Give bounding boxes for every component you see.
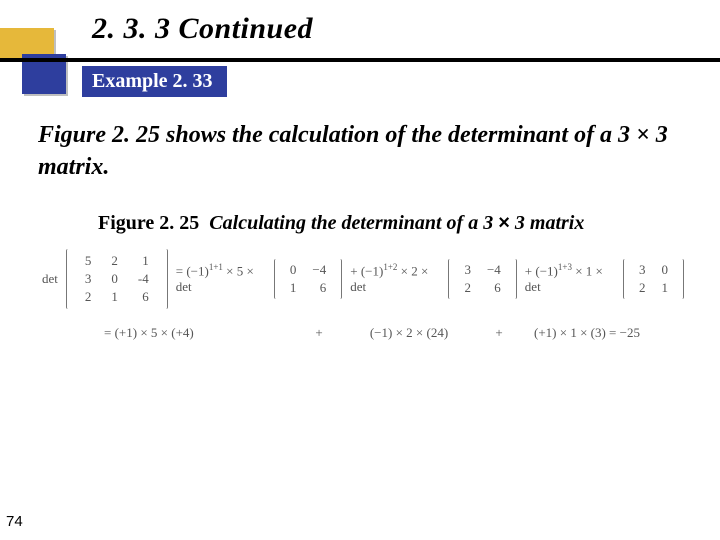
page-number: 74	[6, 513, 23, 530]
term3-prefix: + (−1)1+3 × 1 × det	[525, 262, 615, 295]
figure-caption-part2: 3 matrix	[510, 212, 584, 234]
minor-2: 3−4 26	[448, 259, 516, 299]
minor-1: 0−4 16	[274, 259, 342, 299]
result-term2: (−1) × 2 × (24)	[334, 325, 484, 341]
figure-title: Figure 2. 25 Calculating the determinant…	[98, 212, 720, 235]
body-paragraph: Figure 2. 25 shows the calculation of th…	[38, 119, 682, 184]
result-term3: (+1) × 1 × (3) = −25	[514, 325, 640, 341]
term1-prefix: = (−1)1+1 × 5 × det	[176, 262, 266, 295]
equation-row-expansion: det 521 30-4 216 = (−1)1+1 × 5 × det 0−4…	[42, 249, 684, 309]
figure-caption-part1: Calculating the determinant of a 3	[209, 212, 498, 234]
result-term1: = (+1) × 5 × (+4)	[42, 325, 304, 341]
example-label: Example 2. 33	[82, 66, 227, 97]
equation-row-result: = (+1) × 5 × (+4) + (−1) × 2 × (24) + (+…	[42, 325, 684, 341]
term2-prefix: + (−1)1+2 × 2 × det	[350, 262, 440, 295]
det-label: det	[42, 271, 58, 287]
minor-3: 30 21	[623, 259, 684, 299]
header-bar: 2. 3. 3 Continued	[0, 0, 720, 62]
figure-caption-mult: ×	[498, 212, 510, 234]
matrix-3x3: 521 30-4 216	[66, 249, 168, 309]
figure-label: Figure 2. 25	[98, 212, 199, 234]
equation-block: det 521 30-4 216 = (−1)1+1 × 5 × det 0−4…	[42, 249, 684, 341]
plus-1: +	[304, 325, 334, 341]
plus-2: +	[484, 325, 514, 341]
section-heading: 2. 3. 3 Continued	[92, 12, 313, 46]
